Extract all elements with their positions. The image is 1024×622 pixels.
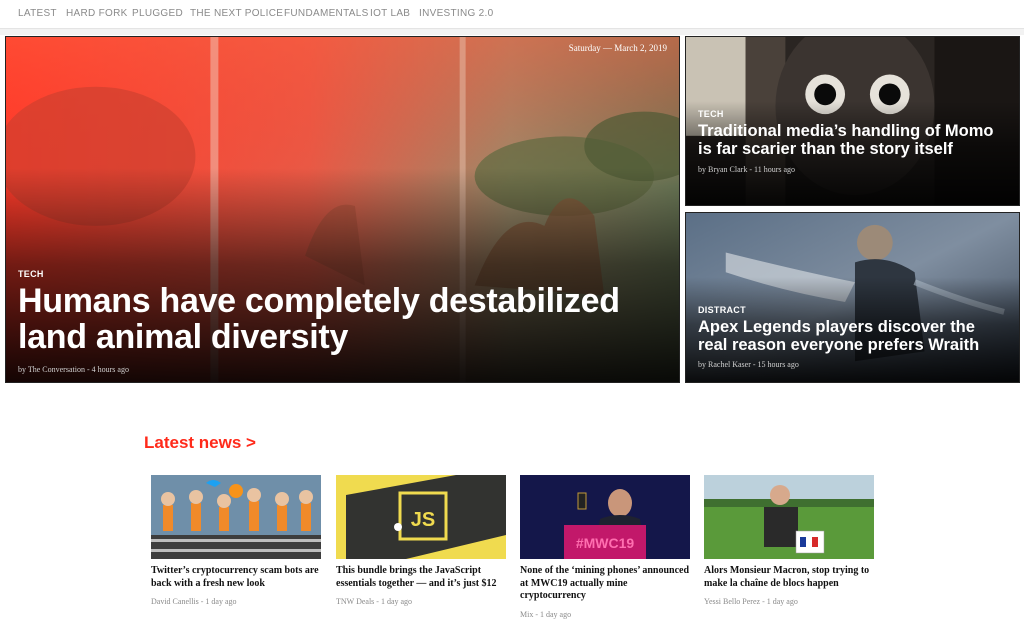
hero-main-byline: by The Conversation - 4 hours ago [18, 365, 129, 374]
js-logo-text: JS [411, 509, 435, 531]
date-stamp: Saturday — March 2, 2019 [568, 43, 667, 53]
mwc-text: #MWC19 [576, 535, 635, 551]
news-title-2[interactable]: This bundle brings the JavaScript essent… [336, 565, 506, 590]
news-title-4[interactable]: Alors Monsieur Macron, stop trying to ma… [704, 565, 874, 590]
nav-separator [0, 29, 1024, 35]
hero-side-meta-1: TECH Traditional media’s handling of Mom… [698, 109, 1007, 174]
hero-side-card-1[interactable]: TECH Traditional media’s handling of Mom… [685, 36, 1020, 206]
news-byline-3: Mix - 1 day ago [520, 609, 572, 619]
news-title-3[interactable]: None of the ‘mining phones’ announced at… [520, 565, 690, 603]
nav-item-plugged[interactable]: PLUGGED [132, 8, 183, 19]
news-thumb-3: #MWC19 [520, 475, 690, 559]
nav-item-iot-lab[interactable]: IOT LAB [370, 8, 410, 19]
news-card-2[interactable]: JS This bundle brings the JavaScript ess… [336, 475, 506, 606]
hero-side-card-2[interactable]: DISTRACT Apex Legends players discover t… [685, 212, 1020, 383]
hero-main-headline[interactable]: Humans have completely destabilized land… [18, 283, 667, 355]
nav-item-hard-fork[interactable]: HARD FORK [66, 8, 128, 19]
nav-item-fundamentals[interactable]: FUNDAMENTALS [284, 8, 369, 19]
news-byline-4: Yessi Bello Perez - 1 day ago [704, 597, 798, 606]
hero-side-meta-2: DISTRACT Apex Legends players discover t… [698, 305, 1007, 369]
news-byline-1: David Canellis - 1 day ago [151, 597, 237, 606]
hero-side-headline-1[interactable]: Traditional media’s handling of Momo is … [698, 122, 1007, 158]
hero-side-headline-2[interactable]: Apex Legends players discover the real r… [698, 318, 1007, 354]
news-title-1[interactable]: Twitter’s cryptocurrency scam bots are b… [151, 565, 321, 590]
news-card-1[interactable]: Twitter’s cryptocurrency scam bots are b… [151, 475, 321, 606]
latest-news-heading[interactable]: Latest news > [144, 433, 256, 453]
news-byline-2: TNW Deals - 1 day ago [336, 597, 413, 606]
hero-main-category[interactable]: TECH [18, 269, 667, 279]
news-thumb-1 [151, 475, 321, 559]
nav-item-investing[interactable]: INVESTING 2.0 [419, 8, 493, 19]
top-nav: LATEST HARD FORK PLUGGED THE NEXT POLICE… [0, 0, 1024, 29]
news-card-4[interactable]: Alors Monsieur Macron, stop trying to ma… [704, 475, 874, 606]
hero-main-meta: TECH Humans have completely destabilized… [18, 269, 667, 374]
news-card-3[interactable]: #MWC19 None of the ‘mining phones’ annou… [520, 475, 690, 619]
news-thumb-2: JS [336, 475, 506, 559]
hero-main-card[interactable]: Saturday — March 2, 2019 TECH Humans hav… [5, 36, 680, 383]
nav-item-the-next-police[interactable]: THE NEXT POLICE [190, 8, 283, 19]
hero-side-category-2[interactable]: DISTRACT [698, 305, 1007, 315]
nav-item-latest[interactable]: LATEST [18, 8, 57, 19]
news-thumb-4 [704, 475, 874, 559]
hero-side-byline-2: by Rachel Kaser - 15 hours ago [698, 360, 799, 369]
hero-side-category-1[interactable]: TECH [698, 109, 1007, 119]
hero-side-byline-1: by Bryan Clark - 11 hours ago [698, 165, 796, 174]
